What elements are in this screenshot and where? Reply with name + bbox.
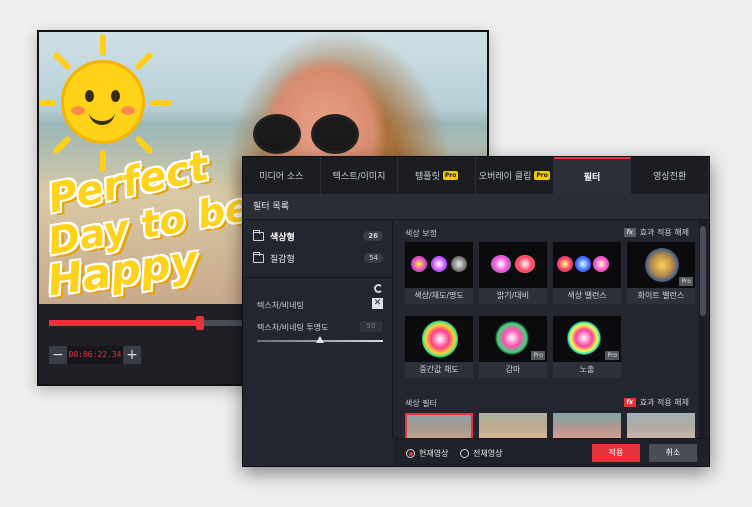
pro-badge: Pro <box>534 171 550 180</box>
filter-preview-image <box>553 242 621 288</box>
filter-list-title: 필터 목록 <box>243 194 709 220</box>
filter-thumb-gamma[interactable]: Pro 감마 <box>479 316 547 378</box>
main-tab-bar: 미디어 소스 텍스트/이미지 템플릿 Pro 오버레이 클립 Pro 필터 영상전환 <box>243 157 709 194</box>
filter-preview-image: Pro <box>553 316 621 362</box>
tab-label: 영상전환 <box>653 172 687 182</box>
tab-label: 미디어 소스 <box>259 172 304 182</box>
pro-badge: Pro <box>605 351 619 360</box>
color-filter-thumb[interactable] <box>553 413 621 438</box>
screenshot-stage: Perfect Day to be Happy − 00:06:22.34 + … <box>0 0 752 507</box>
filter-preview-image <box>405 316 473 362</box>
radio-current-clip[interactable]: 현재영상 <box>406 448 448 459</box>
gallery-scrollbar[interactable] <box>699 220 707 438</box>
reset-label: 효과 적용 해제 <box>639 398 689 407</box>
pro-badge: Pro <box>679 277 693 286</box>
vignette-remove-checkbox[interactable]: ✕ <box>372 298 383 309</box>
pro-badge: Pro <box>531 351 545 360</box>
sunglasses-left-lens <box>253 114 301 154</box>
filter-preview-image: Pro <box>627 242 695 288</box>
tab-filter[interactable]: 필터 <box>553 157 632 194</box>
filter-label: 화이트 밸런스 <box>637 291 685 300</box>
tab-label: 텍스트/이미지 <box>332 172 386 182</box>
fx-icon: fx <box>623 228 636 237</box>
fx-icon: fx <box>623 398 636 407</box>
filter-preview-image <box>479 242 547 288</box>
filter-thumb-exposure[interactable]: Pro 노출 <box>553 316 621 378</box>
scrollbar-thumb[interactable] <box>700 226 706 316</box>
tab-overlay-clip[interactable]: 오버레이 클립 Pro <box>476 157 554 194</box>
filter-label: 감마 <box>505 365 521 374</box>
radio-unselected-icon <box>460 449 469 458</box>
category-texture-type[interactable]: 질감형 54 <box>253 250 383 266</box>
folder-open-icon <box>253 229 264 241</box>
sunglasses-right-lens <box>311 114 359 154</box>
filter-thumb-color-balance[interactable]: 색상 밸런스 <box>553 242 621 304</box>
filter-label: 노출 <box>579 365 595 374</box>
timecode-minus-button[interactable]: − <box>49 346 67 364</box>
category-label: 질감형 <box>270 254 295 265</box>
color-filter-thumb[interactable] <box>627 413 695 438</box>
filter-category-pane: 색상형 26 질감형 54 텍스처/비네팅 ✕ 텍스처/비네팅 투명도 50 <box>243 220 393 438</box>
sun-face <box>61 60 145 144</box>
category-count: 26 <box>363 231 383 241</box>
tab-text-image[interactable]: 텍스트/이미지 <box>321 157 399 194</box>
category-label: 색상형 <box>270 232 295 243</box>
category-color-type[interactable]: 색상형 26 <box>253 228 383 244</box>
opacity-value-input[interactable]: 50 <box>360 321 382 332</box>
divider <box>243 277 393 278</box>
apply-button[interactable]: 적용 <box>592 444 640 462</box>
filter-label: 중간값 채도 <box>419 365 459 374</box>
timecode-plus-button[interactable]: + <box>123 346 141 364</box>
radio-label: 현재영상 <box>419 449 449 458</box>
filter-label: 색상 밸런스 <box>567 291 607 300</box>
reset-label: 효과 적용 해제 <box>639 228 689 237</box>
filter-preview-image: Pro <box>479 316 547 362</box>
tab-label: 오버레이 클립 <box>478 172 532 182</box>
tab-label: 템플릿 <box>415 172 440 182</box>
vignette-opacity-label: 텍스처/비네팅 투명도 <box>257 323 329 332</box>
timecode-value[interactable]: 00:06:22.34 <box>67 346 123 364</box>
pro-badge: Pro <box>442 171 459 180</box>
filter-gallery-pane: 색상 보정 fx 효과 적용 해제 색상/채도/명도 밝기/대비 색상 밸런스 … <box>394 220 697 438</box>
category-count: 54 <box>364 253 383 263</box>
tab-template[interactable]: 템플릿 Pro <box>398 157 477 194</box>
filter-label: 밝기/대비 <box>496 291 530 300</box>
filter-thumb-brightness-contrast[interactable]: 밝기/대비 <box>479 242 547 304</box>
color-filter-title: 색상 필터 <box>405 399 437 408</box>
opacity-slider-handle[interactable] <box>316 336 324 343</box>
filter-panel-window: 미디어 소스 텍스트/이미지 템플릿 Pro 오버레이 클립 Pro 필터 영상전환… <box>242 156 710 467</box>
color-filter-thumb[interactable] <box>405 413 473 438</box>
timeline-playhead[interactable] <box>195 316 204 330</box>
filter-thumb-hue-saturation[interactable]: 색상/채도/명도 <box>405 242 473 304</box>
filter-thumb-vibrance[interactable]: 중간값 채도 <box>405 316 473 378</box>
timeline-progress <box>49 320 200 326</box>
filter-thumb-white-balance[interactable]: Pro 화이트 밸런스 <box>627 242 695 304</box>
filter-preview-image <box>405 242 473 288</box>
filter-label: 색상/채도/명도 <box>414 291 464 300</box>
tab-transition[interactable]: 영상전환 <box>631 157 709 194</box>
folder-icon <box>253 251 264 263</box>
radio-label: 전체영상 <box>473 449 503 458</box>
apply-bar: 현재영상 전체영상 적용 취소 <box>394 438 709 466</box>
cancel-button[interactable]: 취소 <box>649 444 697 462</box>
color-filter-thumb[interactable] <box>479 413 547 438</box>
color-filter-reset[interactable]: fx 효과 적용 해제 <box>623 397 689 408</box>
color-correction-title: 색상 보정 <box>405 229 437 238</box>
refresh-icon[interactable] <box>374 284 383 293</box>
tab-media-source[interactable]: 미디어 소스 <box>243 157 321 194</box>
vignette-label: 텍스처/비네팅 <box>257 301 304 310</box>
radio-all-clips[interactable]: 전체영상 <box>460 448 502 459</box>
timecode-stepper: − 00:06:22.34 + <box>49 346 141 364</box>
tab-label: 필터 <box>583 173 601 183</box>
color-correction-reset[interactable]: fx 효과 적용 해제 <box>623 227 689 238</box>
radio-selected-icon <box>406 449 415 458</box>
